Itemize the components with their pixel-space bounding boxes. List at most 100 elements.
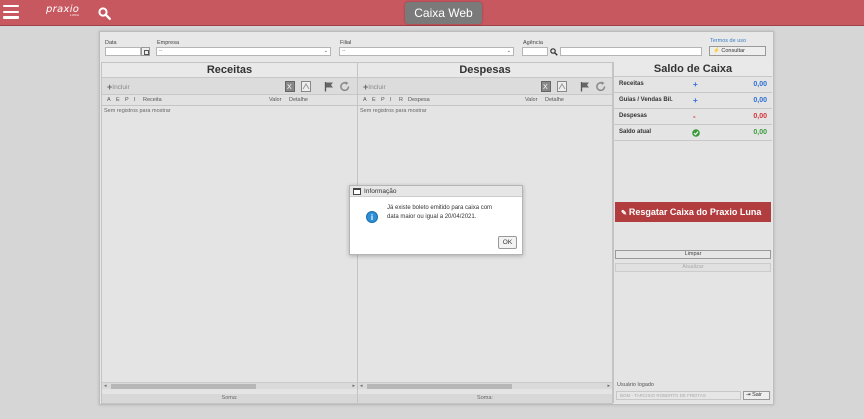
column-p[interactable]: P — [125, 97, 129, 103]
branch-select[interactable]: -- ⌄ — [339, 47, 514, 56]
saldo-row-value: 0,00 — [753, 81, 767, 88]
column-valor[interactable]: Valor — [525, 97, 537, 103]
agency-description-field — [560, 47, 702, 56]
svg-text:X: X — [287, 84, 292, 91]
ok-button[interactable]: OK — [498, 236, 517, 249]
logged-user-label: Usuário logado — [617, 382, 654, 388]
consult-button[interactable]: ⚡ Consultar — [709, 46, 766, 56]
search-icon[interactable] — [550, 48, 558, 56]
saldo-row-saldo-atual: Saldo atual 0,00 — [614, 125, 772, 141]
agency-label: Agência — [523, 40, 543, 46]
receitas-empty-message: Sem registros para mostrar — [104, 108, 171, 114]
pdf-icon[interactable] — [557, 81, 567, 92]
chevron-down-icon: ⌄ — [323, 48, 328, 54]
info-dialog: Informação i Já existe boleto emitido pa… — [349, 185, 523, 255]
despesas-toolbar: +Incluir X — [358, 78, 612, 95]
app-title: Caixa Web — [405, 2, 482, 24]
company-label: Empresa — [157, 40, 180, 46]
dialog-title-bar: Informação — [350, 186, 522, 197]
search-icon[interactable] — [98, 7, 111, 20]
column-valor[interactable]: Valor — [269, 97, 281, 103]
receitas-column-header: A E P I Receita Valor Detalhe — [102, 95, 357, 106]
branch-label: Filial — [340, 40, 352, 46]
excel-icon[interactable]: X — [285, 81, 295, 92]
column-detalhe[interactable]: Detalhe — [545, 97, 564, 103]
despesas-column-header: A E P I R Despesa Valor Detalhe — [358, 95, 612, 106]
window-icon — [353, 188, 361, 195]
receitas-horizontal-scrollbar[interactable]: ◂ ▸ — [102, 382, 357, 389]
scroll-right-icon[interactable]: ▸ — [352, 383, 355, 389]
saldo-title: Saldo de Caixa — [614, 62, 772, 77]
column-p[interactable]: P — [381, 97, 385, 103]
saldo-panel: Saldo de Caixa Receitas + 0,00 Guias / V… — [613, 62, 772, 403]
receitas-panel: Receitas +Incluir X A E P I Receita Valo… — [101, 62, 358, 404]
refresh-icon[interactable] — [340, 81, 350, 92]
column-despesa[interactable]: Despesa — [408, 97, 430, 103]
scrollbar-thumb[interactable] — [367, 384, 512, 389]
saldo-row-value: 0,00 — [753, 129, 767, 136]
saldo-row-guias: Guias / Vendas Bil. + 0,00 — [614, 93, 772, 109]
column-e[interactable]: E — [116, 97, 120, 103]
lightning-icon: ⚡ — [713, 48, 720, 54]
update-button[interactable]: Atualizar — [615, 263, 771, 272]
date-input[interactable] — [105, 47, 141, 56]
saldo-row-label: Saldo atual — [619, 129, 652, 135]
saldo-row-value: 0,00 — [753, 113, 767, 120]
clear-button[interactable]: Limpar — [615, 250, 771, 259]
info-icon: i — [366, 211, 378, 223]
column-receita[interactable]: Receita — [143, 97, 162, 103]
column-a[interactable]: A — [363, 97, 367, 103]
top-bar: praxio LUNA Caixa Web — [0, 0, 864, 26]
flag-icon[interactable] — [324, 81, 334, 92]
saldo-row-label: Despesas — [619, 113, 648, 119]
column-a[interactable]: A — [107, 97, 111, 103]
saldo-row-receitas: Receitas + 0,00 — [614, 77, 772, 93]
rescue-caixa-button[interactable]: ✎ Resgatar Caixa do Praxio Luna — [615, 202, 771, 222]
despesas-sum: Soma: — [358, 394, 612, 403]
praxio-logo: praxio LUNA — [46, 4, 80, 17]
flag-icon[interactable] — [580, 81, 590, 92]
logged-user-field: BOM - TARCISIO ROBERTO DE FREITAS — [616, 391, 741, 400]
chevron-down-icon: ⌄ — [506, 48, 511, 54]
exit-icon: ⇥ — [746, 392, 751, 398]
date-label: Data — [105, 40, 117, 46]
column-i[interactable]: I — [134, 97, 136, 103]
exit-button[interactable]: ⇥ Sair — [743, 391, 770, 400]
hamburger-menu-icon[interactable] — [3, 5, 19, 19]
company-select[interactable]: -- ⌄ — [156, 47, 331, 56]
tag-icon: ✎ — [621, 210, 627, 217]
saldo-row-label: Guias / Vendas Bil. — [619, 97, 673, 103]
agency-input[interactable] — [522, 47, 548, 56]
receitas-toolbar: +Incluir X — [102, 78, 357, 95]
refresh-icon[interactable] — [596, 81, 606, 92]
add-despesa-button[interactable]: +Incluir — [363, 82, 386, 92]
terms-of-use-link[interactable]: Termos de uso — [710, 38, 746, 44]
saldo-row-label: Receitas — [619, 81, 644, 87]
receitas-title: Receitas — [102, 63, 357, 78]
dialog-title: Informação — [364, 188, 397, 195]
add-receita-button[interactable]: +Incluir — [107, 82, 130, 92]
minus-icon: - — [693, 112, 696, 121]
saldo-row-value: 0,00 — [753, 97, 767, 104]
scrollbar-thumb[interactable] — [111, 384, 256, 389]
column-r[interactable]: R — [399, 97, 403, 103]
scroll-left-icon[interactable]: ◂ — [104, 383, 107, 389]
column-e[interactable]: E — [372, 97, 376, 103]
despesas-horizontal-scrollbar[interactable]: ◂ ▸ — [358, 382, 612, 389]
saldo-row-despesas: Despesas - 0,00 — [614, 109, 772, 125]
pdf-icon[interactable] — [301, 81, 311, 92]
svg-text:X: X — [543, 84, 548, 91]
check-circle-icon — [692, 129, 700, 137]
column-detalhe[interactable]: Detalhe — [289, 97, 308, 103]
despesas-title: Despesas — [358, 63, 612, 78]
dialog-message: Já existe boleto emitido para caixa com … — [387, 205, 493, 220]
column-i[interactable]: I — [390, 97, 392, 103]
despesas-empty-message: Sem registros para mostrar — [360, 108, 427, 114]
receitas-sum: Soma: — [102, 394, 357, 403]
scroll-left-icon[interactable]: ◂ — [360, 383, 363, 389]
plus-icon: + — [693, 96, 698, 105]
excel-icon[interactable]: X — [541, 81, 551, 92]
plus-icon: + — [693, 80, 698, 89]
scroll-right-icon[interactable]: ▸ — [607, 383, 610, 389]
calendar-icon[interactable] — [141, 47, 150, 56]
